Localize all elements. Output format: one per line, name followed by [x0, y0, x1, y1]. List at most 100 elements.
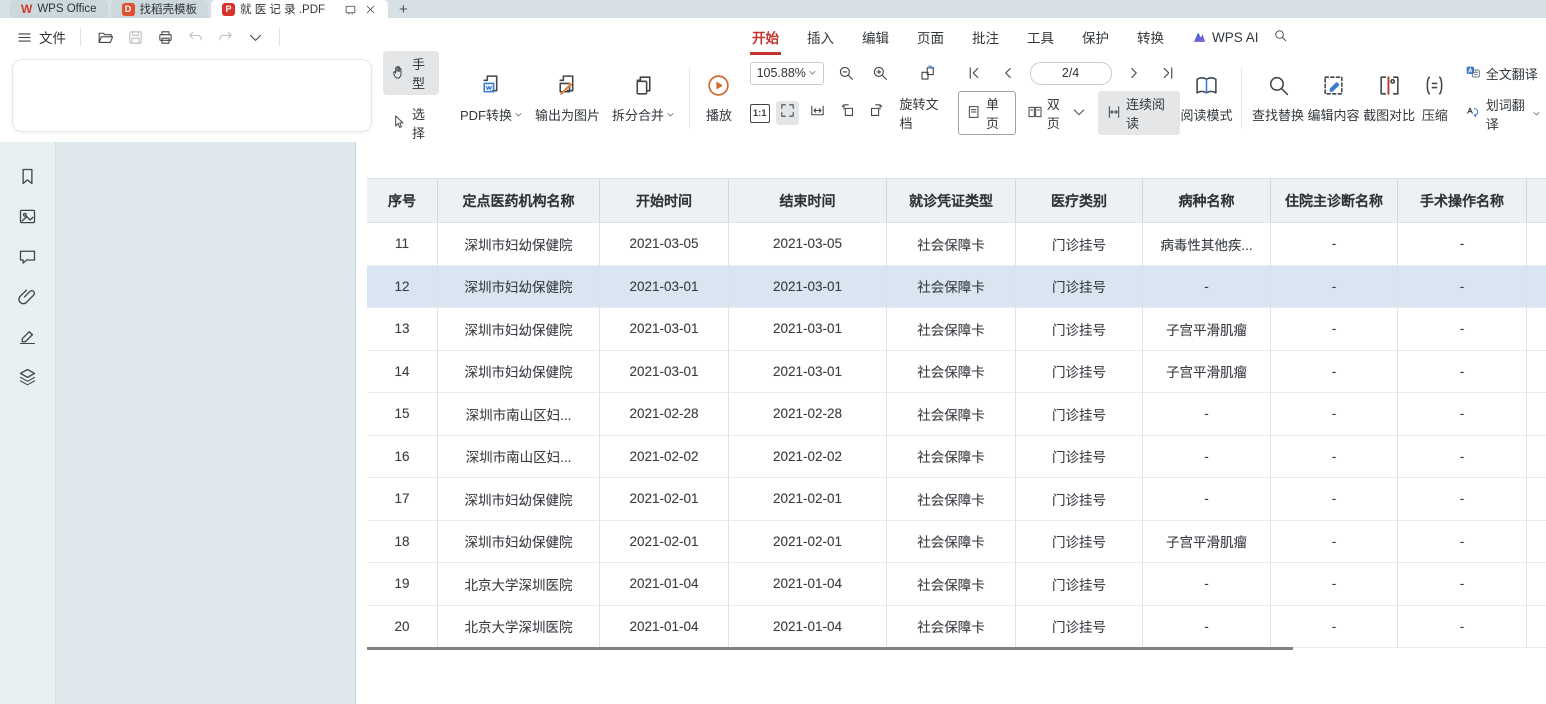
- table-header-cell: 定点医药机构名称: [438, 179, 600, 223]
- zoom-in-icon[interactable]: [868, 61, 892, 85]
- attachment-icon[interactable]: [8, 276, 48, 316]
- chevron-down-icon: [1532, 106, 1541, 121]
- edit-content-button[interactable]: 编辑内容: [1306, 73, 1362, 124]
- wps-logo-icon: W: [21, 2, 32, 16]
- table-cell: -: [1398, 223, 1527, 266]
- split-merge-button[interactable]: 拆分合并: [605, 73, 681, 124]
- hamburger-icon: [14, 27, 34, 47]
- table-cell: 2021-02-02: [729, 436, 887, 479]
- menu-item-annotate[interactable]: 批注: [958, 18, 1013, 56]
- new-tab-button[interactable]: +: [399, 2, 408, 17]
- rotate-document-button[interactable]: 旋转文档: [895, 92, 952, 134]
- document-page[interactable]: 序号定点医药机构名称开始时间结束时间就诊凭证类型医疗类别病种名称住院主诊断名称手…: [356, 142, 1546, 704]
- menu-item-convert[interactable]: 转换: [1123, 18, 1178, 56]
- table-row: 19北京大学深圳医院2021-01-042021-01-04社会保障卡门诊挂号-…: [367, 563, 1546, 606]
- menu-item-insert[interactable]: 插入: [793, 18, 848, 56]
- table-cell: 深圳市南山区妇...: [438, 436, 600, 479]
- menu-item-protect[interactable]: 保护: [1068, 18, 1123, 56]
- fit-page-button[interactable]: [776, 101, 800, 125]
- image-icon[interactable]: [8, 196, 48, 236]
- tab-label: 就 医 记 录 .PDF: [240, 1, 325, 17]
- cursor-icon: [391, 114, 407, 133]
- open-file-icon[interactable]: [95, 27, 115, 47]
- page-indicator-input[interactable]: 2/4: [1030, 62, 1112, 85]
- rotate-pages-icon[interactable]: [916, 61, 940, 85]
- play-button[interactable]: 播放: [698, 73, 739, 124]
- wps-pdf-window: W WPS Office D 找稻壳模板 P 就 医 记 录 .PDF + 文件: [0, 0, 1546, 704]
- menu-item-tools[interactable]: 工具: [1013, 18, 1068, 56]
- layers-icon[interactable]: [8, 356, 48, 396]
- table-row: 17深圳市妇幼保健院2021-02-012021-02-01社会保障卡门诊挂号-…: [367, 478, 1546, 521]
- hand-tool-button[interactable]: 手型: [383, 51, 439, 95]
- rotate-left-button[interactable]: [835, 101, 859, 125]
- tab-docer-templates[interactable]: D 找稻壳模板: [111, 0, 209, 18]
- single-page-button[interactable]: 单页: [958, 91, 1016, 135]
- tab-document-pdf[interactable]: P 就 医 记 录 .PDF: [211, 0, 388, 18]
- tab-wps-office[interactable]: W WPS Office: [10, 0, 108, 18]
- table-cell: 北京大学深圳医院: [438, 563, 600, 606]
- table-cell: 深圳市南山区妇...: [438, 393, 600, 436]
- table-cell: 社会保障卡: [887, 223, 1016, 266]
- export-image-button[interactable]: 输出为图片: [529, 73, 605, 124]
- zoom-level-select[interactable]: 105.88%: [750, 62, 824, 85]
- table-cell: -: [1398, 563, 1527, 606]
- menu-item-home[interactable]: 开始: [738, 18, 793, 56]
- double-page-button[interactable]: 双页: [1022, 92, 1092, 134]
- table-cell: 社会保障卡: [887, 563, 1016, 606]
- search-icon[interactable]: [1273, 28, 1288, 46]
- table-cell: -: [1271, 436, 1398, 479]
- bookmark-icon[interactable]: [8, 156, 48, 196]
- chevron-down-icon[interactable]: [245, 27, 265, 47]
- table-cell: 深圳市妇幼保健院: [438, 521, 600, 564]
- prev-page-icon[interactable]: [996, 61, 1020, 85]
- full-translate-button[interactable]: 全文翻译: [1457, 61, 1546, 86]
- comment-icon[interactable]: [8, 236, 48, 276]
- print-icon[interactable]: [155, 27, 175, 47]
- navigation-panel[interactable]: [56, 142, 356, 704]
- wps-ai-button[interactable]: WPS AI: [1192, 30, 1259, 45]
- find-replace-button[interactable]: 查找替换: [1250, 73, 1306, 124]
- table-cell: -: [1271, 308, 1398, 351]
- table-cell: 16: [367, 436, 438, 479]
- last-page-icon[interactable]: [1156, 61, 1180, 85]
- table-cell: 门诊挂号: [1016, 436, 1143, 479]
- table-cell: 社会保障卡: [887, 478, 1016, 521]
- pdf-convert-button[interactable]: PDF转换: [453, 73, 529, 124]
- next-page-icon[interactable]: [1122, 61, 1146, 85]
- rotate-right-button[interactable]: [865, 101, 889, 125]
- close-tab-icon[interactable]: [364, 3, 377, 16]
- menu-item-edit[interactable]: 编辑: [848, 18, 903, 56]
- table-cell: -: [1398, 308, 1527, 351]
- table-cell: [1527, 478, 1546, 521]
- table-cell: 18: [367, 521, 438, 564]
- fit-width-icon: [809, 102, 826, 124]
- zoom-out-icon[interactable]: [834, 61, 858, 85]
- table-cell: 北京大学深圳医院: [438, 606, 600, 649]
- table-cell: 2021-03-05: [729, 223, 887, 266]
- first-page-icon[interactable]: [962, 61, 986, 85]
- table-cell: 15: [367, 393, 438, 436]
- actual-size-button[interactable]: 1:1: [750, 104, 770, 123]
- docer-icon: D: [122, 3, 135, 16]
- continuous-read-button[interactable]: 连续阅读: [1098, 91, 1180, 135]
- fit-width-button[interactable]: [805, 101, 829, 125]
- compress-button[interactable]: 压缩: [1417, 73, 1453, 124]
- table-cell: -: [1398, 521, 1527, 564]
- word-translate-button[interactable]: 划词翻译: [1457, 92, 1546, 136]
- table-cell: 2021-01-04: [600, 563, 729, 606]
- table-cell: -: [1271, 223, 1398, 266]
- table-row: 16深圳市南山区妇...2021-02-022021-02-02社会保障卡门诊挂…: [367, 436, 1546, 479]
- table-header-cell: [1527, 179, 1546, 223]
- table-cell: 门诊挂号: [1016, 308, 1143, 351]
- read-mode-button[interactable]: 阅读模式: [1180, 73, 1234, 124]
- signature-icon[interactable]: [8, 316, 48, 356]
- divider: [279, 28, 280, 46]
- split-window-icon[interactable]: [344, 3, 357, 16]
- book-icon: [1194, 73, 1219, 101]
- screenshot-compare-button[interactable]: 截图对比: [1361, 73, 1417, 124]
- file-menu-button[interactable]: 文件: [14, 27, 66, 47]
- select-tool-button[interactable]: 选择: [383, 101, 439, 145]
- tab-label: WPS Office: [37, 3, 96, 15]
- translate-icon: [1465, 64, 1481, 83]
- menu-item-page[interactable]: 页面: [903, 18, 958, 56]
